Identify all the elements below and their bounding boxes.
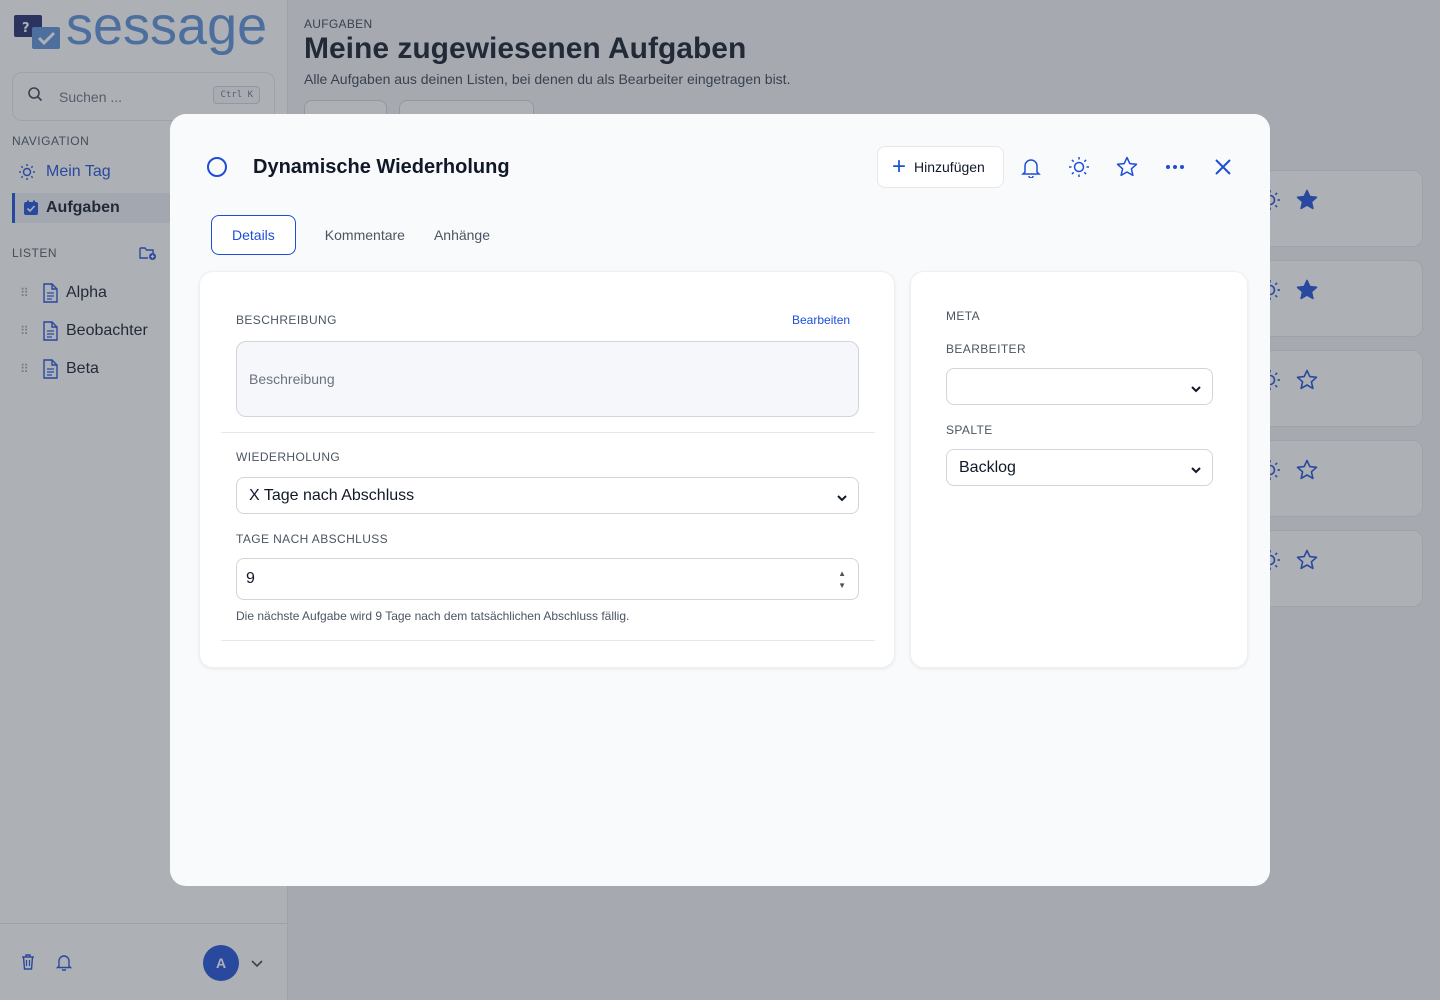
days-after-hint: Die nächste Aufgabe wird 9 Tage nach dem… bbox=[236, 609, 630, 623]
assignee-label: BEARBEITER bbox=[946, 342, 1027, 356]
assignee-select[interactable] bbox=[946, 368, 1213, 405]
recurrence-label: WIEDERHOLUNG bbox=[236, 450, 341, 464]
meta-heading: META bbox=[946, 309, 981, 323]
days-after-value: 9 bbox=[246, 570, 255, 587]
meta-card: META BEARBEITER SPALTE Backlog bbox=[910, 271, 1248, 668]
add-button[interactable]: + Hinzufügen bbox=[877, 146, 1004, 188]
chevron-down-icon bbox=[1190, 462, 1202, 480]
divider bbox=[221, 432, 875, 433]
tab-details[interactable]: Details bbox=[211, 215, 296, 255]
add-button-label: Hinzufügen bbox=[914, 159, 985, 175]
column-label: SPALTE bbox=[946, 423, 993, 437]
more-options-icon[interactable] bbox=[1162, 154, 1188, 180]
tab-anhaenge[interactable]: Anhänge bbox=[434, 215, 490, 255]
divider bbox=[221, 640, 875, 641]
recurrence-value: X Tage nach Abschluss bbox=[249, 486, 415, 504]
plus-icon: + bbox=[892, 153, 907, 180]
recurrence-select[interactable]: X Tage nach Abschluss bbox=[236, 477, 859, 514]
details-card: BESCHREIBUNG Bearbeiten Beschreibung WIE… bbox=[199, 271, 895, 668]
days-after-label: TAGE NACH ABSCHLUSS bbox=[236, 532, 389, 546]
star-icon[interactable] bbox=[1114, 154, 1140, 180]
number-stepper-icon[interactable]: ▲ ▼ bbox=[838, 568, 846, 592]
bell-icon[interactable] bbox=[1018, 154, 1044, 180]
column-select[interactable]: Backlog bbox=[946, 449, 1213, 486]
description-field[interactable]: Beschreibung bbox=[236, 341, 859, 417]
description-label: BESCHREIBUNG bbox=[236, 313, 337, 327]
days-after-input[interactable]: 9 ▲ ▼ bbox=[236, 558, 859, 600]
chevron-down-icon bbox=[1190, 381, 1202, 399]
sun-icon[interactable] bbox=[1066, 154, 1092, 180]
task-detail-modal: Dynamische Wiederholung + Hinzufügen Det… bbox=[170, 114, 1270, 886]
chevron-down-icon bbox=[836, 490, 848, 508]
tab-kommentare[interactable]: Kommentare bbox=[325, 215, 405, 255]
task-title[interactable]: Dynamische Wiederholung bbox=[253, 156, 510, 179]
edit-description-link[interactable]: Bearbeiten bbox=[792, 313, 850, 327]
modal-tabs: Details Kommentare Anhänge bbox=[211, 215, 519, 255]
column-value: Backlog bbox=[959, 458, 1016, 476]
close-icon[interactable] bbox=[1210, 154, 1236, 180]
complete-task-checkbox[interactable] bbox=[207, 157, 227, 177]
